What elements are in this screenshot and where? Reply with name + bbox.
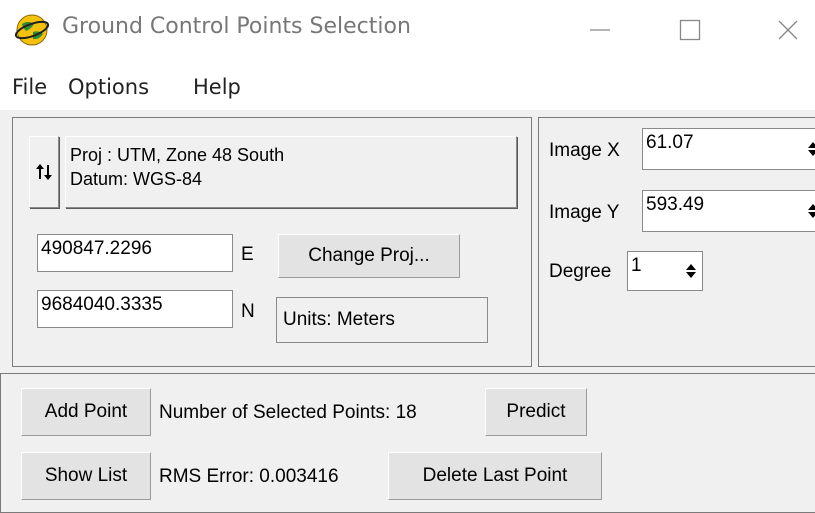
image-x-label: Image X xyxy=(549,140,620,161)
degree-spinner[interactable] xyxy=(683,256,699,286)
image-x-spinner[interactable] xyxy=(805,134,815,164)
easting-field[interactable]: 490847.2296 xyxy=(37,234,233,272)
northing-field[interactable]: 9684040.3335 xyxy=(37,290,233,328)
menu-bar: File Options Help xyxy=(0,60,815,110)
minimize-icon xyxy=(590,29,610,31)
actions-panel: Add Point Number of Selected Points: 18 … xyxy=(0,373,815,513)
menu-help[interactable]: Help xyxy=(193,75,241,99)
globe-icon xyxy=(14,14,50,46)
datum-text: Datum: WGS-84 xyxy=(70,169,203,189)
image-y-label: Image Y xyxy=(549,202,620,223)
swap-projection-button[interactable] xyxy=(29,136,59,208)
show-list-button[interactable]: Show List xyxy=(21,452,151,500)
projection-panel: Proj : UTM, Zone 48 South Datum: WGS-84 … xyxy=(12,117,532,367)
menu-options[interactable]: Options xyxy=(68,75,149,99)
image-coords-panel: Image X 61.07 Image Y 593.49 Degree 1 xyxy=(538,117,815,367)
image-x-field[interactable]: 61.07 xyxy=(642,128,815,170)
projection-info-box: Proj : UTM, Zone 48 South Datum: WGS-84 xyxy=(65,136,517,208)
predict-button[interactable]: Predict xyxy=(485,388,587,436)
selected-points-count: Number of Selected Points: 18 xyxy=(159,402,417,423)
change-projection-button[interactable]: Change Proj... xyxy=(278,234,460,278)
close-icon xyxy=(778,20,798,40)
maximize-icon xyxy=(679,19,701,41)
image-y-spinner[interactable] xyxy=(805,196,815,226)
projection-text: Proj : UTM, Zone 48 South xyxy=(70,145,285,165)
northing-label: N xyxy=(241,301,255,322)
image-y-field[interactable]: 593.49 xyxy=(642,190,815,232)
add-point-button[interactable]: Add Point xyxy=(21,388,151,436)
title-bar: Ground Control Points Selection xyxy=(0,0,815,60)
easting-label: E xyxy=(241,244,254,265)
close-button[interactable] xyxy=(758,0,815,60)
delete-last-point-button[interactable]: Delete Last Point xyxy=(388,452,602,500)
degree-label: Degree xyxy=(549,261,612,282)
rms-error-text: RMS Error: 0.003416 xyxy=(159,466,339,487)
maximize-button[interactable] xyxy=(660,0,720,60)
units-display: Units: Meters xyxy=(276,297,488,343)
window-title: Ground Control Points Selection xyxy=(62,14,411,39)
minimize-button[interactable] xyxy=(570,0,630,60)
swap-arrows-icon xyxy=(36,164,52,180)
menu-file[interactable]: File xyxy=(12,75,47,99)
